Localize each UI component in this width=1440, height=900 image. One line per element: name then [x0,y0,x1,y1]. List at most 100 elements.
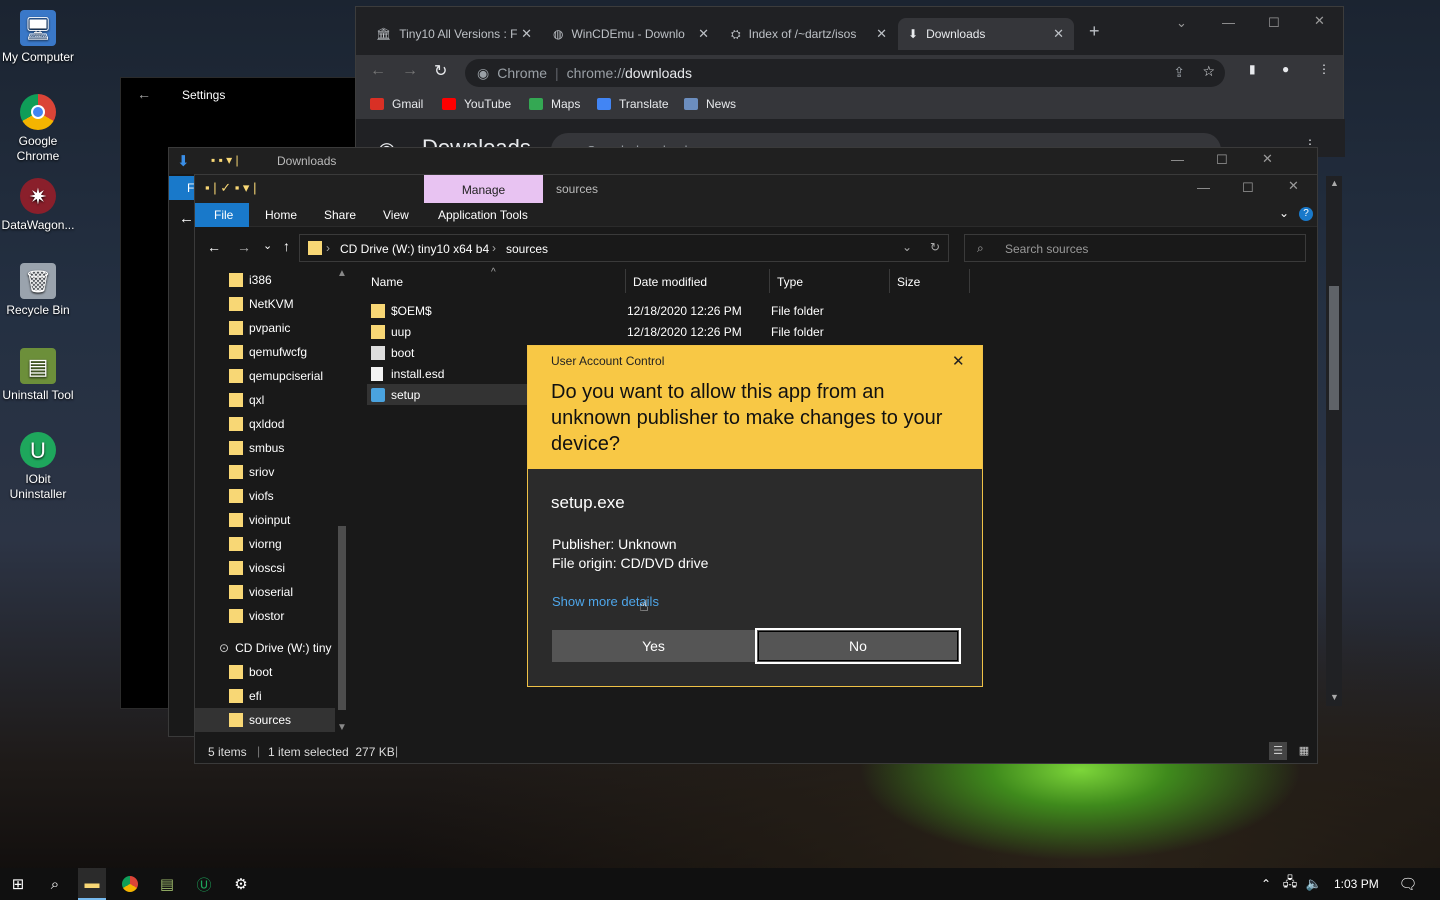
tree-item[interactable]: viorng [229,532,282,556]
tree-item[interactable]: vioserial [229,580,293,604]
close-button[interactable]: ✕ [1314,13,1325,29]
back-arrow-icon[interactable]: ← [137,86,151,102]
profile-icon[interactable]: ● [1282,62,1289,76]
column-name[interactable]: Name [371,275,403,289]
start-windows-icon[interactable]: ⊞ [8,874,28,894]
details-view-icon[interactable]: ☰ [1269,742,1287,760]
bookmark-news[interactable]: News [684,97,736,111]
tree-item-drive[interactable]: ⊙ CD Drive (W:) tiny [219,636,332,660]
tree-item[interactable]: qxl [229,388,264,412]
close-icon[interactable]: ✕ [876,26,887,42]
desktop-icon-recycle-bin[interactable]: 🗑 Recycle Bin [0,263,76,318]
share-icon[interactable]: ⇪ [1173,64,1185,81]
maximize-button[interactable]: ☐ [1216,152,1228,168]
back-icon[interactable]: ← [207,239,221,255]
close-button[interactable]: ✕ [1262,151,1273,167]
ribbon-tab-application-tools[interactable]: Application Tools [438,208,528,222]
ribbon-tab-view[interactable]: View [383,208,409,222]
tree-item[interactable]: smbus [229,436,284,460]
tab-index[interactable]: ⛭ Index of /~dartz/isos ✕ [721,18,897,50]
tree-item[interactable]: pvpanic [229,316,290,340]
reload-icon[interactable]: ↻ [434,61,447,81]
tree-scrollbar[interactable]: ▲ ▼ [335,268,349,738]
scroll-thumb[interactable] [338,526,346,710]
bookmark-gmail[interactable]: Gmail [370,97,423,111]
menu-icon[interactable]: ⋮ [1318,62,1330,76]
tree-item[interactable]: i386 [229,268,272,292]
tree-item-selected[interactable]: sources [195,708,335,732]
chrome-icon[interactable] [120,874,140,894]
forward-icon[interactable]: → [402,62,418,80]
tab-wincdemu[interactable]: ◍ WinCDEmu - Downlo ✕ [543,18,719,50]
uninstall-tool-icon[interactable]: ▤ [157,874,177,894]
desktop-icon-uninstall-tool[interactable]: ▤ Uninstall Tool [0,348,76,403]
clock[interactable]: 1:03 PM [1334,877,1379,891]
desktop-icon-google-chrome[interactable]: Google Chrome [0,94,76,164]
minimize-button[interactable]: — [1197,180,1210,195]
column-size[interactable]: Size [897,275,920,289]
tree-item[interactable]: qemufwcfg [229,340,307,364]
manage-context-tab[interactable]: Manage [424,175,543,203]
close-button[interactable]: ✕ [1288,178,1299,194]
back-arrow-icon[interactable]: ← [179,210,194,227]
omnibox[interactable]: ◉ Chrome | chrome:// downloads ⇪ ☆ [465,59,1225,87]
expand-ribbon-icon[interactable]: ⌄ [1279,206,1289,220]
ribbon-tab-file-label[interactable]: File [214,208,233,222]
large-icons-view-icon[interactable]: ▦ [1295,742,1313,760]
column-date[interactable]: Date modified [633,275,707,289]
close-icon[interactable]: ✕ [1053,26,1064,42]
tree-item[interactable]: qxldod [229,412,284,436]
volume-icon[interactable]: 🔈 [1304,874,1324,894]
tree-item[interactable]: vioinput [229,508,290,532]
breadcrumb-sources[interactable]: sources [506,242,548,256]
back-icon[interactable]: ← [370,62,386,80]
desktop-icon-iobit-uninstaller[interactable]: U IObit Uninstaller [0,432,76,502]
notifications-icon[interactable]: 🗨 [1398,874,1418,894]
new-tab-button[interactable]: + [1089,21,1100,42]
scroll-down-icon[interactable]: ▼ [337,722,347,733]
close-icon[interactable]: ✕ [521,26,532,42]
tree-item[interactable]: viofs [229,484,274,508]
file-row-selected[interactable]: setup [367,384,527,405]
maximize-button[interactable]: ☐ [1242,180,1254,196]
star-icon[interactable]: ☆ [1202,63,1215,80]
no-button[interactable]: No [755,628,961,664]
scroll-thumb[interactable] [1329,286,1339,410]
address-bar[interactable]: › CD Drive (W:) tiny10 x64 b4 › sources … [299,234,949,262]
tree-item[interactable]: boot [229,660,272,684]
search-input[interactable]: ⌕ Search sources [964,234,1306,262]
tree-item[interactable]: sriov [229,460,274,484]
network-icon[interactable]: 🖧 [1280,874,1300,894]
chevron-up-icon[interactable]: ⌃ [1256,874,1276,894]
minimize-button[interactable]: — [1171,152,1184,167]
yes-button[interactable]: Yes [552,630,755,662]
page-scrollbar[interactable]: ▲ ▼ [1326,176,1342,706]
tab-search-icon[interactable]: ⌄ [1176,15,1187,31]
file-row[interactable]: uup 12/18/2020 12:26 PM File folder [371,321,891,342]
forward-icon[interactable]: → [237,239,251,255]
search-icon[interactable]: ⌕ [45,874,65,894]
tab-downloads[interactable]: ⬇ Downloads ✕ [898,18,1074,50]
ribbon-tab-home[interactable]: Home [265,208,297,222]
tree-item[interactable]: NetKVM [229,292,294,316]
scroll-up-icon[interactable]: ▲ [337,268,347,279]
close-icon[interactable]: ✕ [952,352,965,370]
file-row[interactable]: $OEM$ 12/18/2020 12:26 PM File folder [371,300,891,321]
close-icon[interactable]: ✕ [698,26,709,42]
iobit-icon[interactable]: Ⓤ [194,874,214,894]
bookmark-maps[interactable]: Maps [529,97,580,111]
tree-item[interactable]: efi [229,684,262,708]
up-icon[interactable]: ↑ [283,238,290,254]
recent-locations-icon[interactable]: ⌄ [263,239,272,252]
maximize-button[interactable]: ☐ [1268,15,1280,31]
tree-item[interactable]: vioscsi [229,556,285,580]
scroll-up-icon[interactable]: ▲ [1330,178,1339,188]
settings-gear-icon[interactable]: ⚙ [231,874,251,894]
bookmark-youtube[interactable]: YouTube [442,97,511,111]
file-explorer-icon[interactable]: ▬ [78,868,106,900]
help-icon[interactable]: ? [1299,207,1313,221]
tab-tiny10[interactable]: 🏛 Tiny10 All Versions : F ✕ [366,18,542,50]
tree-item[interactable]: viostor [229,604,284,628]
refresh-icon[interactable]: ↻ [930,240,940,254]
side-panel-icon[interactable]: ▮ [1249,62,1256,76]
